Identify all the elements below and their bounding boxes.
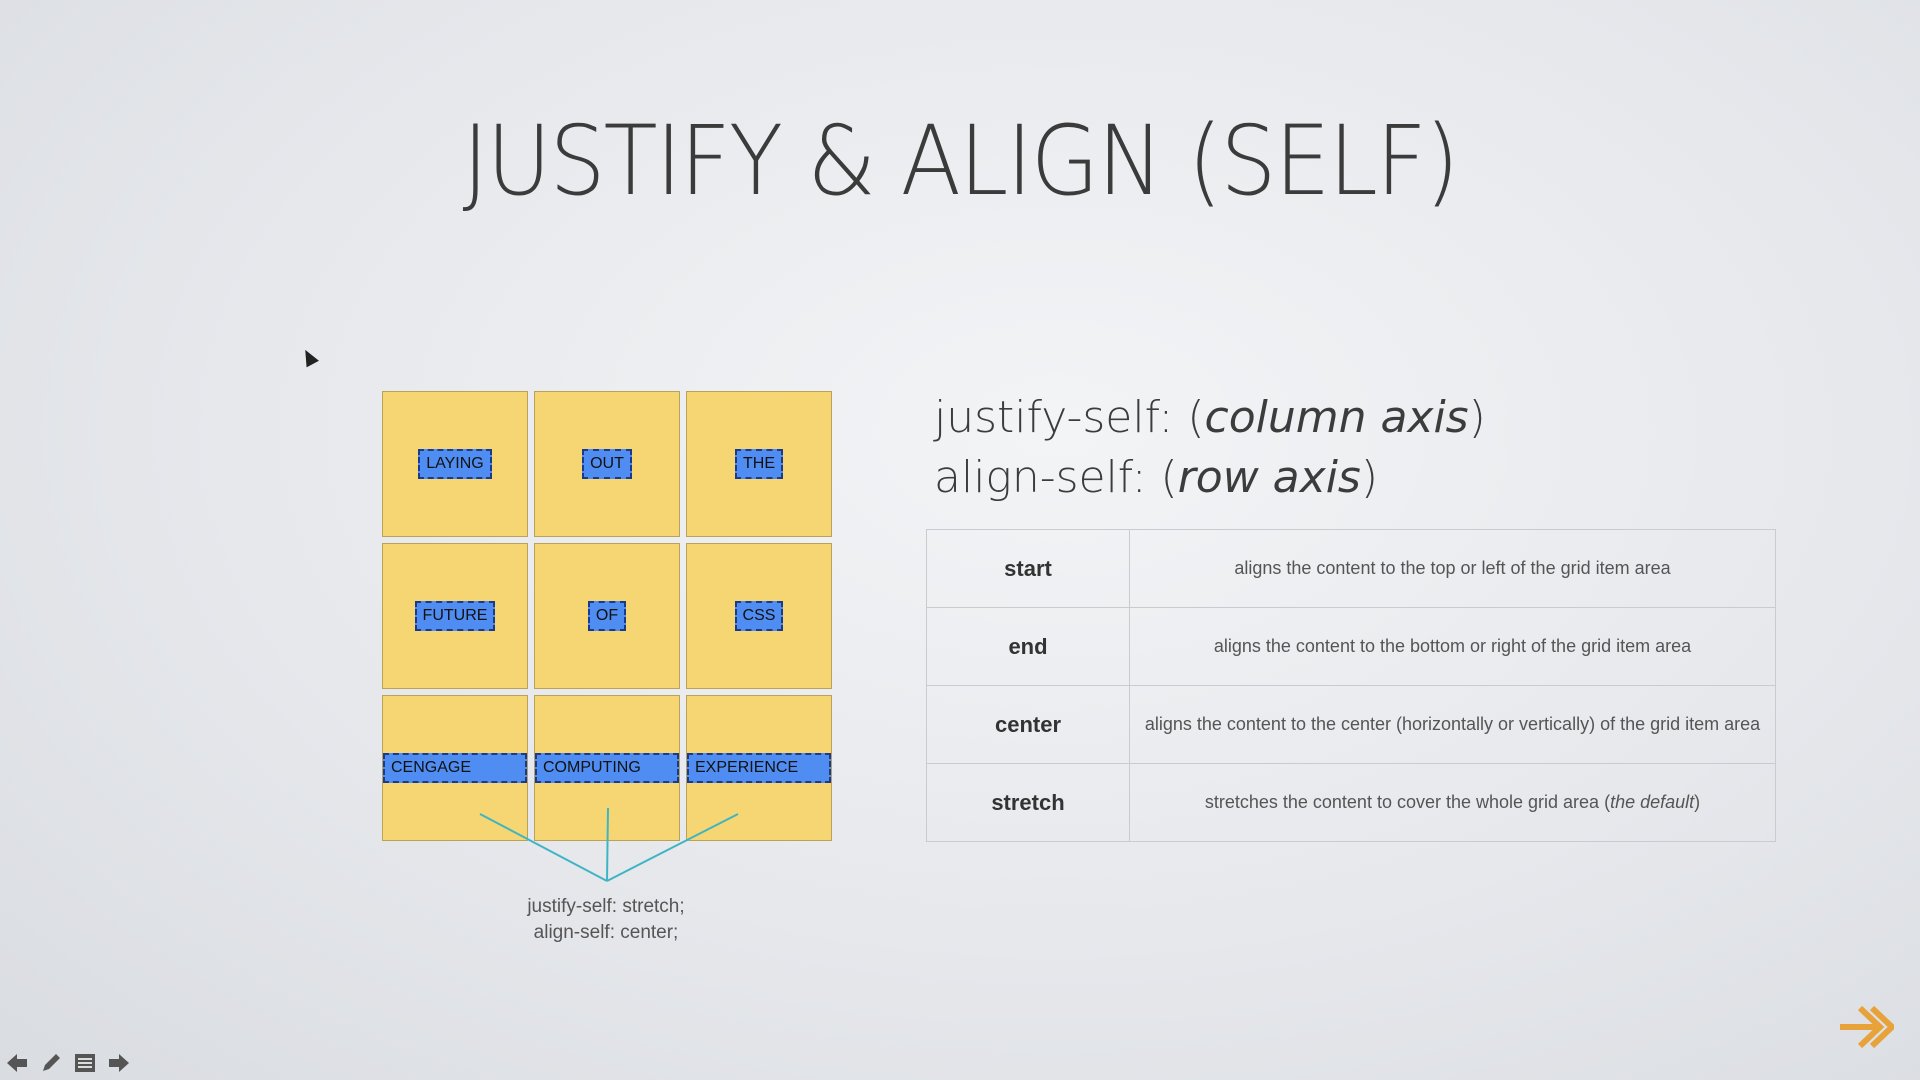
caption-line: align-self: center; bbox=[533, 922, 679, 943]
value-key: start bbox=[926, 529, 1130, 608]
grid-caption: justify-self: stretch; align-self: cente… bbox=[456, 894, 756, 946]
value-description: aligns the content to the top or left of… bbox=[1129, 529, 1776, 608]
grid-item-tag: OF bbox=[587, 601, 627, 631]
justify-self-line: justify-self: (column axis) bbox=[934, 388, 1486, 448]
value-description: stretches the content to cover the whole… bbox=[1129, 763, 1776, 842]
desc-prefix: stretches the content to cover the whole… bbox=[1204, 792, 1611, 812]
grid-item-tag: CSS bbox=[734, 601, 784, 631]
grid-item-tag: FUTURE bbox=[414, 601, 496, 631]
next-slide-arrow-icon[interactable] bbox=[1838, 1000, 1897, 1054]
justify-axis: column axis bbox=[1204, 392, 1469, 443]
desc-suffix: ) bbox=[1694, 792, 1701, 812]
grid-cell: LAYING bbox=[382, 391, 528, 537]
table-row: stretch stretches the content to cover t… bbox=[926, 763, 1776, 842]
presentation-toolbar bbox=[4, 1050, 132, 1076]
align-axis: row axis bbox=[1177, 452, 1361, 503]
next-arrow-icon[interactable] bbox=[106, 1050, 132, 1076]
justify-suffix: ) bbox=[1468, 392, 1486, 443]
grid-cell: CSS bbox=[686, 543, 832, 689]
table-row: center aligns the content to the center … bbox=[926, 685, 1776, 764]
grid-cell: OF bbox=[534, 543, 680, 689]
grid-item-tag: EXPERIENCE bbox=[687, 753, 831, 783]
connector-lines bbox=[479, 807, 739, 882]
desc-emphasis: the default bbox=[1610, 792, 1695, 812]
grid-item-tag: CENGAGE bbox=[383, 753, 527, 783]
align-self-line: align-self: (row axis) bbox=[934, 448, 1486, 508]
justify-prefix: justify-self: ( bbox=[934, 392, 1205, 443]
grid-demo: LAYING OUT THE FUTURE OF CSS CENGAGE COM… bbox=[382, 391, 832, 841]
value-description: aligns the content to the center (horizo… bbox=[1129, 685, 1776, 764]
grid-cell: FUTURE bbox=[382, 543, 528, 689]
grid-item-tag: LAYING bbox=[418, 449, 492, 479]
mouse-cursor-icon bbox=[299, 346, 319, 368]
axes-description: justify-self: (column axis) align-self: … bbox=[934, 388, 1486, 508]
grid-item-tag: OUT bbox=[582, 449, 632, 479]
slide-title: JUSTIFY & ALIGN (SELF) bbox=[462, 105, 1459, 217]
caption-line: justify-self: stretch; bbox=[527, 896, 685, 917]
grid-item-tag: THE bbox=[735, 449, 783, 479]
value-description: aligns the content to the bottom or righ… bbox=[1129, 607, 1776, 686]
grid-cell: OUT bbox=[534, 391, 680, 537]
table-row: end aligns the content to the bottom or … bbox=[926, 607, 1776, 686]
value-key: end bbox=[926, 607, 1130, 686]
value-key: stretch bbox=[926, 763, 1130, 842]
grid-item-tag: COMPUTING bbox=[535, 753, 679, 783]
menu-icon[interactable] bbox=[72, 1050, 98, 1076]
table-row: start aligns the content to the top or l… bbox=[926, 529, 1776, 608]
pen-icon[interactable] bbox=[38, 1050, 64, 1076]
values-table: start aligns the content to the top or l… bbox=[926, 529, 1776, 842]
grid-cell: THE bbox=[686, 391, 832, 537]
prev-arrow-icon[interactable] bbox=[4, 1050, 30, 1076]
align-suffix: ) bbox=[1360, 452, 1379, 503]
value-key: center bbox=[926, 685, 1130, 764]
align-prefix: align-self: ( bbox=[934, 452, 1178, 503]
